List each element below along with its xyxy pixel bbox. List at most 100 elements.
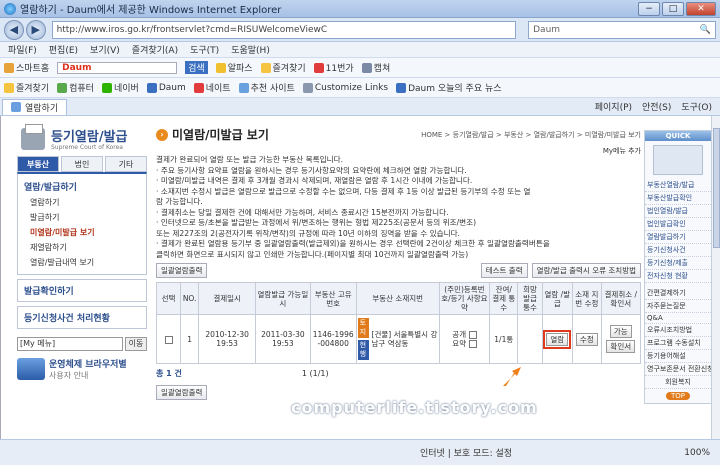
row-address: [건물] 서울특별시 강남구 역삼동 <box>371 330 438 348</box>
url-input[interactable]: http://www.iros.go.kr/frontservlet?cmd=R… <box>51 20 517 39</box>
quick-item[interactable]: 등기신청사건 <box>645 244 711 257</box>
tab-realestate[interactable]: 부동산 <box>17 156 59 172</box>
desc-line: 람 가능합니다. <box>156 197 203 206</box>
sidebar-case-status[interactable]: 등기신청사건 처리현황 <box>17 306 147 329</box>
alpas-link[interactable]: 알파스 <box>215 61 253 74</box>
back-button[interactable]: ◀ <box>4 19 24 40</box>
minimize-button[interactable]: − <box>638 2 660 16</box>
alpas-icon <box>215 62 226 73</box>
11st-link[interactable]: 11번가 <box>313 61 354 74</box>
tab-current[interactable]: 열람하기 <box>2 98 68 115</box>
row-select-checkbox[interactable] <box>164 335 173 344</box>
breadcrumb: HOME > 등기열람/발급 > 부동산 > 열람/발급하기 > 미열람/미발급… <box>421 131 641 139</box>
desc-line: · 결제취소는 당일 결제한 건에 대해서만 가능하며, 서비스 종료시간 15… <box>156 207 449 217</box>
batch-print-button-bottom[interactable]: 일괄열람출력 <box>156 385 208 400</box>
col-address-edit: 소재 지번 수정 <box>572 282 602 315</box>
close-button[interactable]: ✕ <box>686 2 716 16</box>
sidebar-item-view[interactable]: 열람하기 <box>18 195 146 210</box>
quick-item[interactable]: 부동산열람/발급 <box>645 179 711 192</box>
sidebar-issue-check[interactable]: 발급확인하기 <box>17 279 147 302</box>
tab-label: 열람하기 <box>25 103 59 114</box>
col-cancel: 결제취소 /확인서 <box>600 282 642 315</box>
maximize-button[interactable]: □ <box>662 2 684 16</box>
menu-edit[interactable]: 편집(E) <box>49 43 78 56</box>
zoom-level[interactable]: 100% <box>684 448 710 458</box>
tab-corporation[interactable]: 법인 <box>61 156 103 172</box>
col-select: 선택 <box>155 282 182 315</box>
favorites-button[interactable]: 즐겨찾기 <box>4 81 49 94</box>
quick-item[interactable]: 영구보존문서 전환신청 <box>645 363 711 376</box>
tools-menu[interactable]: 도구(O) <box>681 100 712 113</box>
cancel-available-button[interactable]: 가능 <box>609 325 632 338</box>
top-button[interactable]: TOP <box>666 392 690 400</box>
quick-item[interactable]: 간편결제하기 <box>645 287 711 300</box>
quick-item[interactable]: 법인발급확인 <box>645 218 711 231</box>
quick-item[interactable]: 오류시조치방법 <box>645 324 711 337</box>
safety-menu[interactable]: 안전(S) <box>642 100 671 113</box>
site-logo[interactable]: 등기열람/발급 Supreme Court of Korea <box>17 124 147 156</box>
search-button[interactable]: 검색 <box>185 61 208 74</box>
fav-suggested[interactable]: 추천 사이트 <box>238 81 295 94</box>
forward-button[interactable]: ▶ <box>25 19 46 40</box>
sidebar-item-issue[interactable]: 발급하기 <box>18 210 146 225</box>
test-print-button[interactable]: 테스트 출력 <box>480 263 528 278</box>
sidebar-section-title[interactable]: 열람/발급하기 <box>18 178 146 195</box>
capture-link[interactable]: 캡쳐 <box>361 61 391 74</box>
11st-icon <box>313 62 324 73</box>
scrollbar-thumb[interactable] <box>713 128 720 248</box>
search-icon[interactable]: 🔍 <box>700 25 711 35</box>
quick-item[interactable]: 프로그램 수동설치 <box>645 337 711 350</box>
row-available-time: 2011-03-30 19:53 <box>255 314 311 364</box>
daum-search-box[interactable]: Daum <box>57 61 178 74</box>
quick-item[interactable]: 등기신청/제출 <box>645 257 711 270</box>
pagination[interactable]: 1 (1/1) <box>302 369 329 378</box>
mymenu-select[interactable]: [My 메뉴] <box>17 337 123 351</box>
ie-icon <box>4 2 16 15</box>
fav-news[interactable]: Daum 오늘의 주요 뉴스 <box>396 81 502 94</box>
print-error-help-button[interactable]: 열람/발급 출력시 오류 조치방법 <box>531 263 641 278</box>
mymenu-go-button[interactable]: 이동 <box>125 337 147 351</box>
quick-item[interactable]: 전자신청 현황 <box>645 270 711 283</box>
summary-checkbox[interactable] <box>468 340 477 348</box>
quick-item[interactable]: 열람발급하기 <box>645 231 711 244</box>
quick-item[interactable]: 부동산발급확인 <box>645 192 711 205</box>
search-input[interactable]: Daum 🔍 <box>528 20 716 39</box>
fav-customize[interactable]: Customize Links <box>302 82 388 93</box>
smarthome-link[interactable]: 스마트홈 <box>4 61 49 74</box>
batch-print-button[interactable]: 일괄열람출력 <box>156 263 208 278</box>
fav-nate[interactable]: 네이트 <box>193 81 231 94</box>
quick-item[interactable]: 등기용어해설 <box>645 350 711 363</box>
window-title: 열람하기 - Daum에서 제공한 Windows Internet Explo… <box>20 5 282 16</box>
fav-nate-label: 네이트 <box>205 84 231 94</box>
fav-daum[interactable]: Daum <box>146 82 186 93</box>
menu-favorites[interactable]: 즐겨찾기(A) <box>132 43 178 56</box>
fav-naver[interactable]: 네이버 <box>101 81 139 94</box>
capture-label: 캡쳐 <box>373 64 391 74</box>
quick-item[interactable]: 법인열람/발급 <box>645 205 711 218</box>
logo-title: 등기열람/발급 <box>51 130 128 145</box>
menu-view[interactable]: 보기(V) <box>90 43 120 56</box>
edit-address-button[interactable]: 수정 <box>575 332 598 346</box>
quick-item[interactable]: 자주묻는질문 <box>645 300 711 313</box>
tab-etc[interactable]: 기타 <box>105 156 147 172</box>
sidebar-item-history[interactable]: 열람/발급내역 보기 <box>18 255 146 270</box>
menu-help[interactable]: 도움말(H) <box>231 43 270 56</box>
sidebar-item-review[interactable]: 재열람하기 <box>18 240 146 255</box>
receipt-button[interactable]: 확인서 <box>606 340 636 353</box>
fav-computer[interactable]: 컴퓨터 <box>57 81 94 94</box>
address-bar: ◀ ▶ http://www.iros.go.kr/frontservlet?c… <box>0 18 720 42</box>
os-guide-banner[interactable]: 운영체제 브라우저별 사용자 안내 <box>17 357 147 381</box>
public-label: 공개 <box>452 330 467 339</box>
page-menu[interactable]: 페이지(P) <box>595 100 632 113</box>
mymenu-add-button[interactable]: My메뉴 추가 <box>603 146 641 156</box>
quick-item[interactable]: Q&A <box>645 313 711 324</box>
public-checkbox[interactable] <box>468 331 477 339</box>
quick-item-welfare[interactable]: 회원복지 <box>645 376 711 389</box>
sidebar-item-unviewed[interactable]: 미열람/미발급 보기 <box>18 225 146 240</box>
vertical-scrollbar[interactable] <box>711 116 720 439</box>
menu-tools[interactable]: 도구(T) <box>190 43 219 56</box>
bookmark-link[interactable]: 즐겨찾기 <box>260 61 306 74</box>
desc-line: 클릭하면 화면으로 표시되지 않고 인쇄만 가능합니다.(페이지별 최대 10건… <box>156 249 469 259</box>
view-button[interactable]: 열람 <box>543 329 572 349</box>
menu-file[interactable]: 파일(F) <box>8 43 37 56</box>
